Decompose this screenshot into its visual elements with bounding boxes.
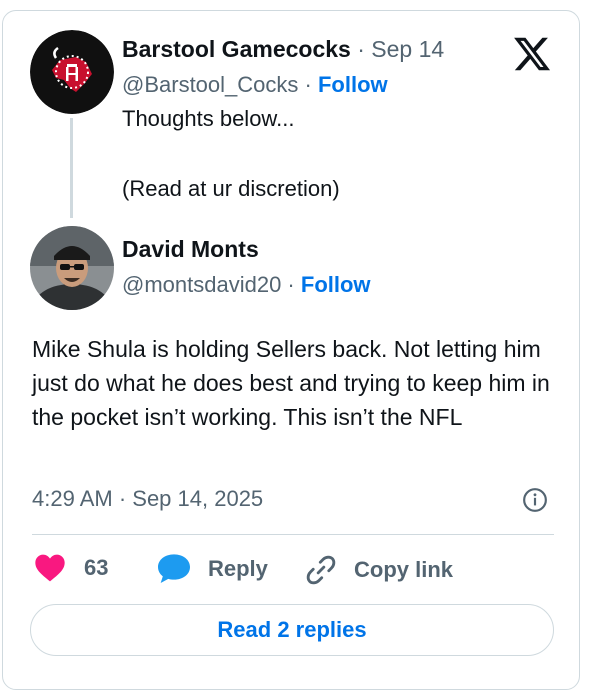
quoted-date[interactable]: Sep 14 [371,36,444,62]
speech-bubble-icon [158,554,190,583]
barstool-gamecocks-avatar[interactable] [30,30,114,114]
like-count: 63 [84,555,109,580]
profile-photo-icon [30,226,114,310]
follow-button[interactable]: Follow [318,72,388,97]
separator-dot: · [350,36,372,62]
follow-button-author[interactable]: Follow [301,272,371,297]
quoted-handle[interactable]: @Barstool_Cocks [122,72,298,97]
author-handle[interactable]: @montsdavid20 [122,272,281,297]
barstool-logo-icon [30,30,114,114]
heart-icon [35,554,65,582]
thread-connector-line [70,118,73,218]
david-monts-avatar[interactable] [30,226,114,310]
divider [32,534,554,535]
tweet-body: Mike Shula is holding Sellers back. Not … [32,336,550,430]
copy-link-label: Copy link [354,557,454,582]
copy-link-button[interactable]: Copy link [304,553,453,587]
quoted-author-name[interactable]: Barstool Gamecocks [122,36,351,62]
link-icon [306,555,336,585]
reply-button[interactable]: Reply [156,553,268,585]
quoted-author-name-row: Barstool Gamecocks · Sep 14 [122,36,444,63]
read-replies-button[interactable]: Read 2 replies [30,604,554,656]
quoted-handle-row: @Barstool_Cocks · Follow [122,72,388,97]
author-handle-row: @montsdavid20 · Follow [122,272,371,297]
x-logo-icon[interactable] [512,34,552,74]
tweet-timestamp[interactable]: 4:29 AM · Sep 14, 2025 [32,486,263,512]
quoted-text-line-1: Thoughts below... [122,106,295,131]
author-name[interactable]: David Monts [122,236,259,263]
read-replies-label: Read 2 replies [217,617,367,642]
info-icon[interactable] [522,487,548,513]
like-button[interactable]: 63 [34,553,108,583]
quoted-text-line-2: (Read at ur discretion) [122,176,340,201]
reply-label: Reply [208,556,268,581]
